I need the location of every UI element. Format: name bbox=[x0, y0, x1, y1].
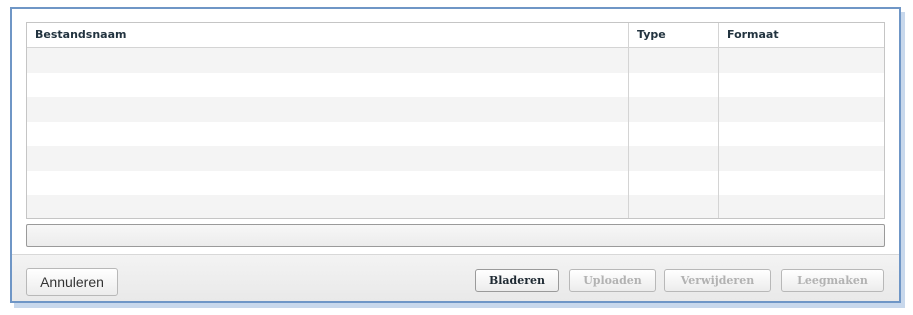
upload-window: Bestandsnaam Type Formaat Annuleren Blad… bbox=[0, 0, 913, 315]
column-header-size[interactable]: Formaat bbox=[718, 23, 884, 47]
table-header: Bestandsnaam Type Formaat bbox=[27, 23, 884, 48]
upload-dialog: Bestandsnaam Type Formaat Annuleren Blad… bbox=[10, 7, 901, 303]
table-row bbox=[27, 48, 884, 73]
upload-progress-bar bbox=[26, 224, 885, 247]
file-table: Bestandsnaam Type Formaat bbox=[26, 22, 885, 219]
table-row bbox=[27, 97, 884, 122]
table-row bbox=[27, 121, 884, 146]
table-row bbox=[27, 146, 884, 171]
cancel-button[interactable]: Annuleren bbox=[26, 268, 118, 296]
delete-button[interactable]: Verwijderen bbox=[664, 269, 771, 292]
column-header-type[interactable]: Type bbox=[628, 23, 718, 47]
clear-button[interactable]: Leegmaken bbox=[781, 269, 884, 292]
table-body bbox=[27, 48, 884, 218]
table-row bbox=[27, 170, 884, 195]
column-header-filename[interactable]: Bestandsnaam bbox=[27, 23, 628, 47]
column-divider bbox=[718, 48, 719, 218]
browse-button[interactable]: Bladeren bbox=[475, 269, 559, 292]
upload-button[interactable]: Uploaden bbox=[569, 269, 656, 292]
table-row bbox=[27, 195, 884, 218]
table-row bbox=[27, 72, 884, 97]
column-divider bbox=[628, 48, 629, 218]
dialog-footer: Annuleren Bladeren Uploaden Verwijderen … bbox=[12, 254, 899, 301]
